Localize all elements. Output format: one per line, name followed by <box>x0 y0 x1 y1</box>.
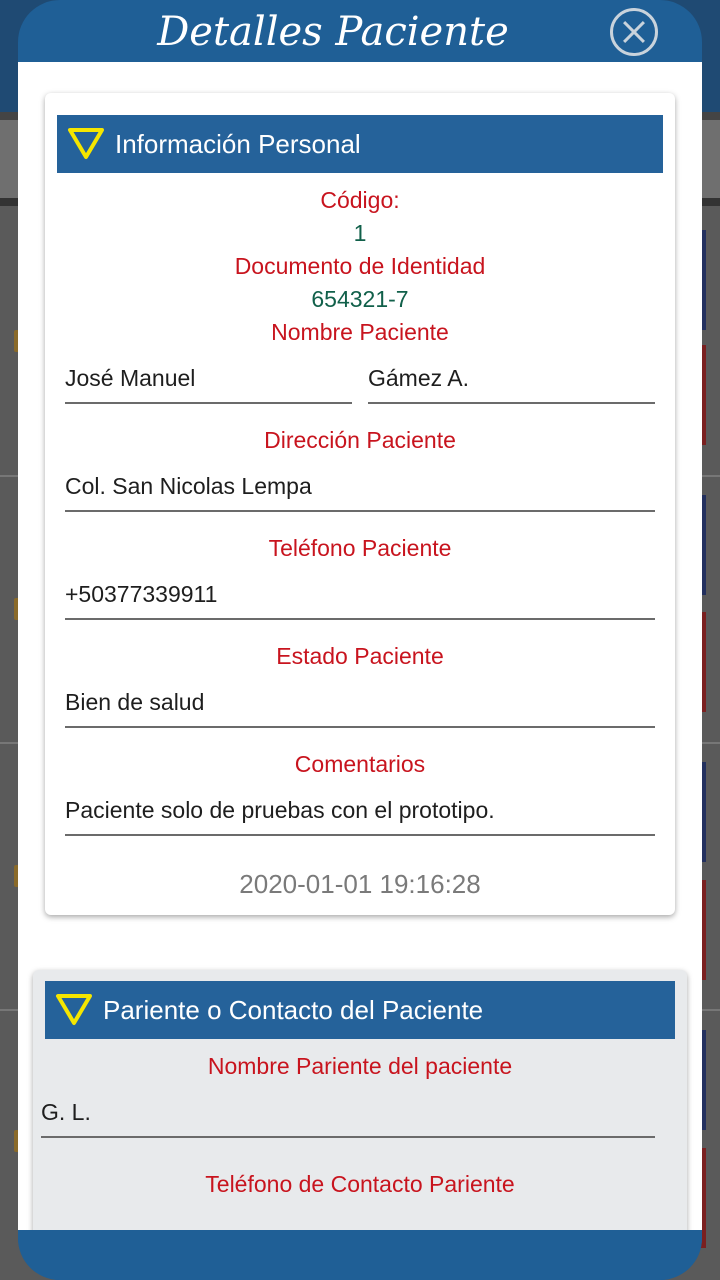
estado-field[interactable]: Bien de salud <box>65 684 655 728</box>
collapse-triangle-icon[interactable] <box>63 124 109 164</box>
patient-details-dialog: Detalles Paciente Información Personal C… <box>18 0 702 1280</box>
contact-nombre-label: Nombre Pariente del paciente <box>207 1053 513 1079</box>
estado-label: Estado Paciente <box>276 643 444 669</box>
documento-value: 654321-7 <box>311 286 409 312</box>
timestamp: 2020-01-01 19:16:28 <box>239 869 481 899</box>
collapse-triangle-icon[interactable] <box>51 990 97 1030</box>
codigo-label: Código: <box>320 187 400 213</box>
dialog-header: Detalles Paciente <box>18 0 702 62</box>
last-name-field[interactable]: Gámez A. <box>368 360 655 404</box>
telefono-label: Teléfono Paciente <box>268 535 452 561</box>
contact-info-card: Pariente o Contacto del Paciente Nombre … <box>33 970 687 1230</box>
comentarios-label: Comentarios <box>294 751 426 777</box>
contact-nombre-field[interactable]: G. L. <box>41 1094 655 1138</box>
first-name-field[interactable]: José Manuel <box>65 360 352 404</box>
contact-info-header[interactable]: Pariente o Contacto del Paciente <box>45 981 675 1039</box>
contact-info-title: Pariente o Contacto del Paciente <box>103 994 484 1025</box>
direccion-field[interactable]: Col. San Nicolas Lempa <box>65 468 655 512</box>
codigo-value: 1 <box>353 220 367 246</box>
telefono-field[interactable]: +50377339911 <box>65 576 655 620</box>
dialog-footer <box>18 1230 702 1280</box>
dialog-title: Detalles Paciente <box>157 9 509 55</box>
dialog-body[interactable]: Información Personal Código: 1 Documento… <box>18 62 702 1230</box>
comentarios-field[interactable]: Paciente solo de pruebas con el prototip… <box>65 792 655 836</box>
direccion-label: Dirección Paciente <box>264 427 456 453</box>
documento-label: Documento de Identidad <box>234 253 486 279</box>
nombre-label: Nombre Paciente <box>271 319 449 345</box>
personal-info-title: Información Personal <box>115 128 361 159</box>
contact-telefono-label: Teléfono de Contacto Pariente <box>205 1171 515 1197</box>
personal-info-header[interactable]: Información Personal <box>57 115 663 173</box>
personal-info-card: Información Personal Código: 1 Documento… <box>45 93 675 915</box>
close-circle-icon[interactable] <box>610 8 658 56</box>
